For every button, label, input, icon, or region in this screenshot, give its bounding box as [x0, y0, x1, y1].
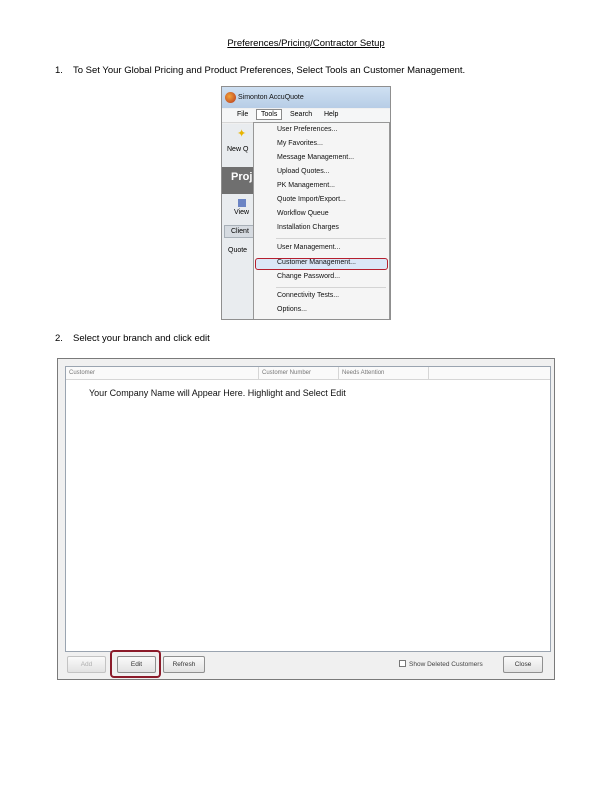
- page-title: Preferences/Pricing/Contractor Setup: [227, 38, 385, 49]
- menu-separator: [276, 287, 386, 288]
- window-title: Simonton AccuQuote: [238, 94, 304, 101]
- menu-separator: [276, 238, 386, 239]
- customer-management-screenshot: Customer Customer Number Needs Attention…: [57, 358, 555, 680]
- client-tab[interactable]: Client: [224, 225, 254, 238]
- quote-label: Quote: [228, 247, 248, 254]
- menu-item-user-management[interactable]: User Management...: [277, 244, 340, 251]
- menu-bar: File Tools Search Help: [222, 109, 390, 123]
- menu-item-pk-management[interactable]: PK Management...: [277, 182, 335, 189]
- star-icon: ✦: [237, 128, 247, 140]
- show-deleted-label: Show Deleted Customers: [409, 661, 483, 668]
- refresh-button[interactable]: Refresh: [163, 656, 205, 673]
- step-1-text: To Set Your Global Pricing and Product P…: [73, 65, 466, 76]
- app-logo-icon: [225, 92, 236, 103]
- menu-item-message-management[interactable]: Message Management...: [277, 154, 354, 161]
- menu-item-installation-charges[interactable]: Installation Charges: [277, 224, 339, 231]
- step-2-text: Select your branch and click edit: [73, 333, 210, 344]
- window-titlebar: Simonton AccuQuote: [222, 87, 390, 108]
- column-customer-number[interactable]: Customer Number: [259, 367, 339, 380]
- checkbox-icon[interactable]: [399, 660, 406, 667]
- show-deleted-checkbox[interactable]: Show Deleted Customers: [399, 660, 483, 668]
- projects-label: Proj: [231, 171, 253, 183]
- side-panel: [222, 124, 254, 319]
- column-customer[interactable]: Customer: [66, 367, 259, 380]
- add-button[interactable]: Add: [67, 656, 106, 673]
- menu-item-user-preferences[interactable]: User Preferences...: [277, 126, 337, 133]
- close-button[interactable]: Close: [503, 656, 543, 673]
- tools-menu-screenshot: Simonton AccuQuote File Tools Search Hel…: [221, 86, 391, 320]
- menu-item-quote-import-export[interactable]: Quote Import/Export...: [277, 196, 346, 203]
- menu-item-my-favorites[interactable]: My Favorites...: [277, 140, 323, 147]
- menu-tools[interactable]: Tools: [256, 109, 283, 120]
- column-needs-attention[interactable]: Needs Attention: [339, 367, 429, 380]
- menu-item-upload-quotes[interactable]: Upload Quotes...: [277, 168, 330, 175]
- menu-search[interactable]: Search: [290, 111, 312, 118]
- view-icon: [238, 199, 246, 207]
- menu-item-customer-management[interactable]: Customer Management...: [277, 259, 356, 266]
- customer-list: Customer Customer Number Needs Attention…: [65, 366, 551, 652]
- menu-item-connectivity-tests[interactable]: Connectivity Tests...: [277, 292, 339, 299]
- new-quote-label[interactable]: New Q: [227, 146, 248, 153]
- menu-item-options[interactable]: Options...: [277, 306, 307, 313]
- tools-dropdown-menu: User Preferences... My Favorites... Mess…: [253, 122, 390, 319]
- edit-button[interactable]: Edit: [117, 656, 156, 673]
- step-1-number: 1.: [55, 65, 63, 76]
- step-1-instruction: 1. To Set Your Global Pricing and Product…: [55, 65, 465, 76]
- view-label[interactable]: View: [234, 209, 249, 216]
- menu-help[interactable]: Help: [324, 111, 338, 118]
- menu-file[interactable]: File: [237, 111, 248, 118]
- menu-item-change-password[interactable]: Change Password...: [277, 273, 340, 280]
- step-2-number: 2.: [55, 333, 63, 344]
- step-2-instruction: 2. Select your branch and click edit: [55, 333, 210, 344]
- menu-item-workflow-queue[interactable]: Workflow Queue: [277, 210, 329, 217]
- company-name-placeholder[interactable]: Your Company Name will Appear Here. High…: [89, 388, 346, 398]
- column-header-row: Customer Customer Number Needs Attention: [66, 367, 550, 380]
